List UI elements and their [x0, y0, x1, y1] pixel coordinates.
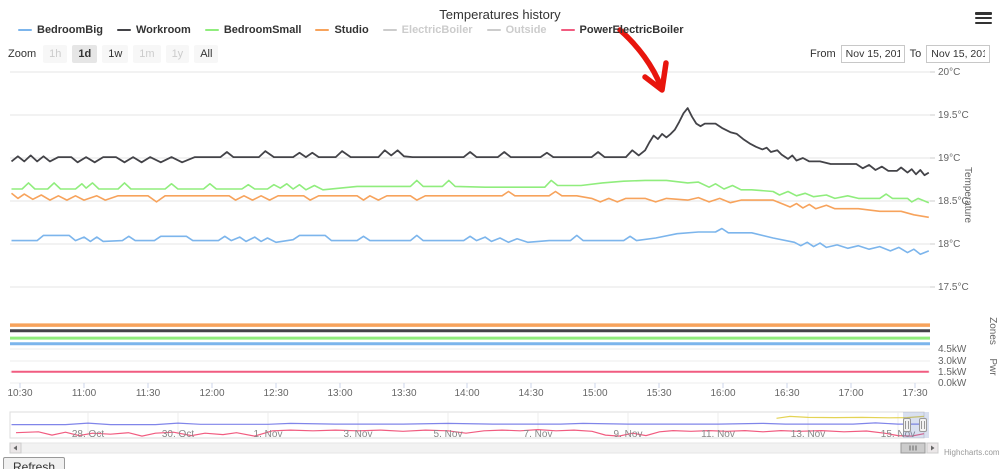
- to-label: To: [909, 48, 922, 60]
- legend-label: Studio: [334, 24, 369, 36]
- legend: BedroomBig Workroom BedroomSmall Studio …: [18, 24, 683, 36]
- scrollbar-thumb[interactable]: [900, 442, 926, 454]
- refresh-button[interactable]: Refresh: [3, 457, 66, 469]
- from-date-input[interactable]: [840, 45, 905, 63]
- svg-text:17.5°C: 17.5°C: [938, 282, 969, 293]
- svg-text:13:00: 13:00: [327, 388, 352, 399]
- date-range-controls: From To: [810, 45, 991, 63]
- legend-label: Workroom: [136, 24, 191, 36]
- zoom-button-1y[interactable]: 1y: [165, 45, 190, 63]
- zoom-button-1h[interactable]: 1h: [43, 45, 68, 63]
- series-swatch-icon: [18, 28, 32, 32]
- scrollbar: [9, 442, 939, 454]
- svg-text:5. Nov: 5. Nov: [434, 429, 463, 440]
- hamburger-menu-icon[interactable]: [975, 12, 992, 24]
- zoom-button-all[interactable]: All: [194, 45, 219, 63]
- svg-text:13. Nov: 13. Nov: [791, 429, 825, 440]
- svg-text:30. Oct: 30. Oct: [162, 429, 194, 440]
- svg-text:28. Oct: 28. Oct: [72, 429, 104, 440]
- svg-text:3.0kW: 3.0kW: [938, 356, 967, 367]
- zoom-button-1w[interactable]: 1w: [102, 45, 129, 63]
- legend-item-studio[interactable]: Studio: [315, 24, 369, 36]
- series-swatch-icon: [486, 28, 501, 32]
- svg-text:12:30: 12:30: [263, 388, 288, 399]
- legend-label: ElectricBoiler: [401, 24, 473, 36]
- series-swatch-icon: [117, 28, 131, 32]
- legend-item-bedroombig[interactable]: BedroomBig: [18, 24, 103, 36]
- legend-label: PowerElectricBoiler: [579, 24, 684, 36]
- zoom-label: Zoom: [8, 48, 37, 60]
- zoom-button-1m[interactable]: 1m: [133, 45, 161, 63]
- legend-label: BedroomSmall: [223, 24, 302, 36]
- zoom-button-1d[interactable]: 1d: [72, 45, 98, 63]
- svg-text:4.5kW: 4.5kW: [938, 344, 967, 355]
- svg-text:12:00: 12:00: [199, 388, 224, 399]
- navigator-handle-left[interactable]: [903, 418, 911, 432]
- navigator: 28. Oct 30. Oct 1. Nov 3. Nov 5. Nov 7. …: [9, 411, 929, 440]
- navigator-series-red: [15, 428, 925, 437]
- svg-text:16:00: 16:00: [710, 388, 735, 399]
- svg-text:11:30: 11:30: [136, 388, 161, 399]
- legend-label: Outside: [505, 24, 547, 36]
- legend-item-bedroomsmall[interactable]: BedroomSmall: [204, 24, 302, 36]
- svg-text:19°C: 19°C: [938, 153, 960, 164]
- svg-text:20°C: 20°C: [938, 67, 960, 78]
- svg-text:10:30: 10:30: [7, 388, 32, 399]
- zoom-controls: Zoom 1h 1d 1w 1m 1y All: [8, 45, 219, 63]
- svg-text:16:30: 16:30: [774, 388, 799, 399]
- svg-text:17:00: 17:00: [838, 388, 863, 399]
- svg-text:11. Nov: 11. Nov: [701, 429, 735, 440]
- svg-text:1.5kW: 1.5kW: [938, 367, 967, 378]
- temperature-axis-title: Temperature: [962, 167, 973, 224]
- legend-item-outside[interactable]: Outside: [486, 24, 547, 36]
- chart-canvas: 10:30 11:00 11:30 12:00 12:30 13:00 13:30 14…: [7, 27, 998, 454]
- zones-axis-title: Zones: [987, 317, 998, 345]
- page-title: Temperatures history: [439, 7, 561, 22]
- svg-text:19.5°C: 19.5°C: [938, 110, 969, 121]
- legend-label: BedroomBig: [37, 24, 103, 36]
- x-axis-labels: 10:30 11:00 11:30 12:00 12:30 13:00 13:30 14…: [7, 388, 927, 399]
- power-axis-title: Pwr: [987, 358, 998, 376]
- svg-text:1. Nov: 1. Nov: [254, 429, 283, 440]
- svg-text:14:00: 14:00: [454, 388, 479, 399]
- temperatures-history-app: Temperatures history BedroomBig Workroom…: [0, 0, 1000, 469]
- series-swatch-icon: [560, 28, 575, 32]
- svg-text:14:30: 14:30: [518, 388, 543, 399]
- svg-text:9. Nov: 9. Nov: [614, 429, 643, 440]
- legend-item-electricboiler[interactable]: ElectricBoiler: [382, 24, 473, 36]
- navigator-handle-right[interactable]: [919, 418, 927, 432]
- scrollbar-track[interactable]: [9, 442, 939, 454]
- power-axis-labels: 4.5kW 3.0kW 1.5kW 0.0kW: [938, 344, 967, 389]
- navigator-series-blue: [11, 422, 924, 426]
- series-swatch-icon: [382, 28, 397, 32]
- highcharts-credit-link[interactable]: Highcharts.com: [944, 448, 1000, 457]
- svg-text:11:00: 11:00: [72, 388, 97, 399]
- from-label: From: [810, 48, 836, 60]
- svg-text:15:00: 15:00: [582, 388, 607, 399]
- svg-text:13:30: 13:30: [391, 388, 416, 399]
- temperature-axis-ticks: [930, 71, 935, 288]
- to-date-input[interactable]: [926, 45, 991, 63]
- svg-text:3. Nov: 3. Nov: [344, 429, 373, 440]
- plot-area[interactable]: [10, 66, 930, 384]
- series-swatch-icon: [315, 28, 330, 32]
- legend-item-powerelectricboiler[interactable]: PowerElectricBoiler: [560, 24, 684, 36]
- svg-text:15:30: 15:30: [646, 388, 671, 399]
- legend-item-workroom[interactable]: Workroom: [117, 24, 191, 36]
- svg-text:7. Nov: 7. Nov: [524, 429, 553, 440]
- series-swatch-icon: [204, 28, 219, 32]
- svg-text:17:30: 17:30: [902, 388, 927, 399]
- svg-text:0.0kW: 0.0kW: [938, 378, 967, 389]
- navigator-series-yellow: [776, 415, 925, 419]
- svg-text:18°C: 18°C: [938, 239, 960, 250]
